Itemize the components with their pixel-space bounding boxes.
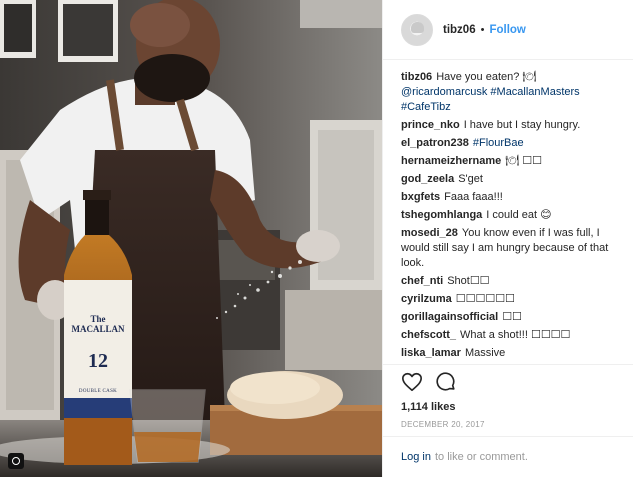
post-modal: The MACALLAN 12 DOUBLE CASK tibz06 • Fol… bbox=[0, 0, 633, 477]
comment-text: Shot☐☐ bbox=[447, 275, 490, 287]
post-sidebar: tibz06 • Follow tibz06 Have you eaten? 🍽 … bbox=[382, 0, 633, 477]
comment-text: Massive bbox=[464, 347, 506, 359]
bottle-brand: The MACALLAN bbox=[71, 314, 125, 334]
comment-text: S'get bbox=[458, 173, 483, 185]
comment-username[interactable]: prince_nko bbox=[401, 119, 460, 131]
comment-row: tshegomhlanga I could eat 😊 bbox=[401, 208, 623, 223]
comment-text[interactable]: #FlourBae bbox=[473, 137, 524, 149]
bottle-cask: DOUBLE CASK bbox=[78, 389, 118, 394]
header-separator: • bbox=[480, 23, 485, 36]
comment-username[interactable]: gorillagainsofficial bbox=[401, 311, 498, 323]
comment-text: ☐☐☐☐☐☐ bbox=[455, 293, 515, 305]
comment-text: ☐☐ bbox=[502, 311, 522, 323]
bottle-label: The MACALLAN 12 DOUBLE CASK bbox=[64, 290, 132, 394]
comment-username[interactable]: god_zeela bbox=[401, 173, 454, 185]
comment-text: I could eat 😊 bbox=[486, 209, 552, 221]
comment-text: Faaa faaa!!! bbox=[444, 191, 503, 203]
post-photo[interactable]: The MACALLAN 12 DOUBLE CASK bbox=[0, 0, 382, 477]
comment-username[interactable]: bxgfets bbox=[401, 191, 440, 203]
comment-text: What a shot!!! ☐☐☐☐ bbox=[460, 329, 571, 341]
comment-icon[interactable] bbox=[435, 371, 457, 393]
comment-row: chefscott_ What a shot!!! ☐☐☐☐ bbox=[401, 328, 623, 343]
comment-row: el_patron238 #FlourBae bbox=[401, 136, 623, 151]
caption-username[interactable]: tibz06 bbox=[401, 71, 432, 83]
likes-count[interactable]: 1,114 likes bbox=[401, 401, 633, 413]
bottle-age: 12 bbox=[88, 350, 108, 372]
comment-row: god_zeela S'get bbox=[401, 172, 623, 187]
comment-text: I have but I stay hungry. bbox=[463, 119, 581, 131]
comment-username[interactable]: liska_lamar bbox=[401, 347, 461, 359]
login-link[interactable]: Log in bbox=[401, 451, 431, 463]
instagram-glyph-icon bbox=[8, 453, 24, 469]
heart-icon[interactable] bbox=[401, 371, 423, 393]
photo-scene bbox=[0, 0, 382, 477]
action-icons bbox=[401, 365, 633, 399]
comment-row: hernameizhername 🍽 ☐☐ bbox=[401, 154, 623, 169]
post-actions: 1,114 likes DECEMBER 20, 2017 bbox=[383, 364, 633, 434]
avatar[interactable] bbox=[401, 13, 433, 46]
comments-list[interactable]: tibz06 Have you eaten? 🍽 @ricardomarcusk … bbox=[401, 70, 623, 364]
login-prompt: Log in to like or comment. bbox=[383, 436, 633, 477]
comment-row: bxgfets Faaa faaa!!! bbox=[401, 190, 623, 205]
comment-text: 🍽 ☐☐ bbox=[505, 155, 543, 167]
comment-row: chef_nti Shot☐☐ bbox=[401, 274, 623, 289]
comment-username[interactable]: tshegomhlanga bbox=[401, 209, 482, 221]
comment-row: cyrilzuma ☐☐☐☐☐☐ bbox=[401, 292, 623, 307]
header-username[interactable]: tibz06 bbox=[443, 24, 476, 36]
login-prompt-text: to like or comment. bbox=[434, 451, 528, 463]
comment-username[interactable]: cyrilzuma bbox=[401, 293, 452, 305]
comment-username[interactable]: chef_nti bbox=[401, 275, 443, 287]
comment-row: liska_lamar Massive bbox=[401, 346, 623, 361]
comment-username[interactable]: mosedi_28 bbox=[401, 227, 458, 239]
caption-tags[interactable]: @ricardomarcusk #MacallanMasters #CafeTi… bbox=[401, 86, 580, 113]
caption: tibz06 Have you eaten? 🍽 @ricardomarcusk … bbox=[401, 70, 623, 115]
comment-row: mosedi_28 You know even if I was full, I … bbox=[401, 226, 623, 271]
comment-username[interactable]: chefscott_ bbox=[401, 329, 456, 341]
comment-row: prince_nko I have but I stay hungry. bbox=[401, 118, 623, 133]
comment-username[interactable]: el_patron238 bbox=[401, 137, 469, 149]
comment-username[interactable]: hernameizhername bbox=[401, 155, 501, 167]
caption-text: Have you eaten? 🍽 bbox=[436, 71, 537, 83]
post-header: tibz06 • Follow bbox=[383, 0, 633, 60]
follow-button[interactable]: Follow bbox=[489, 24, 525, 36]
comment-row: gorillagainsofficial ☐☐ bbox=[401, 310, 623, 325]
post-date: DECEMBER 20, 2017 bbox=[401, 420, 485, 429]
